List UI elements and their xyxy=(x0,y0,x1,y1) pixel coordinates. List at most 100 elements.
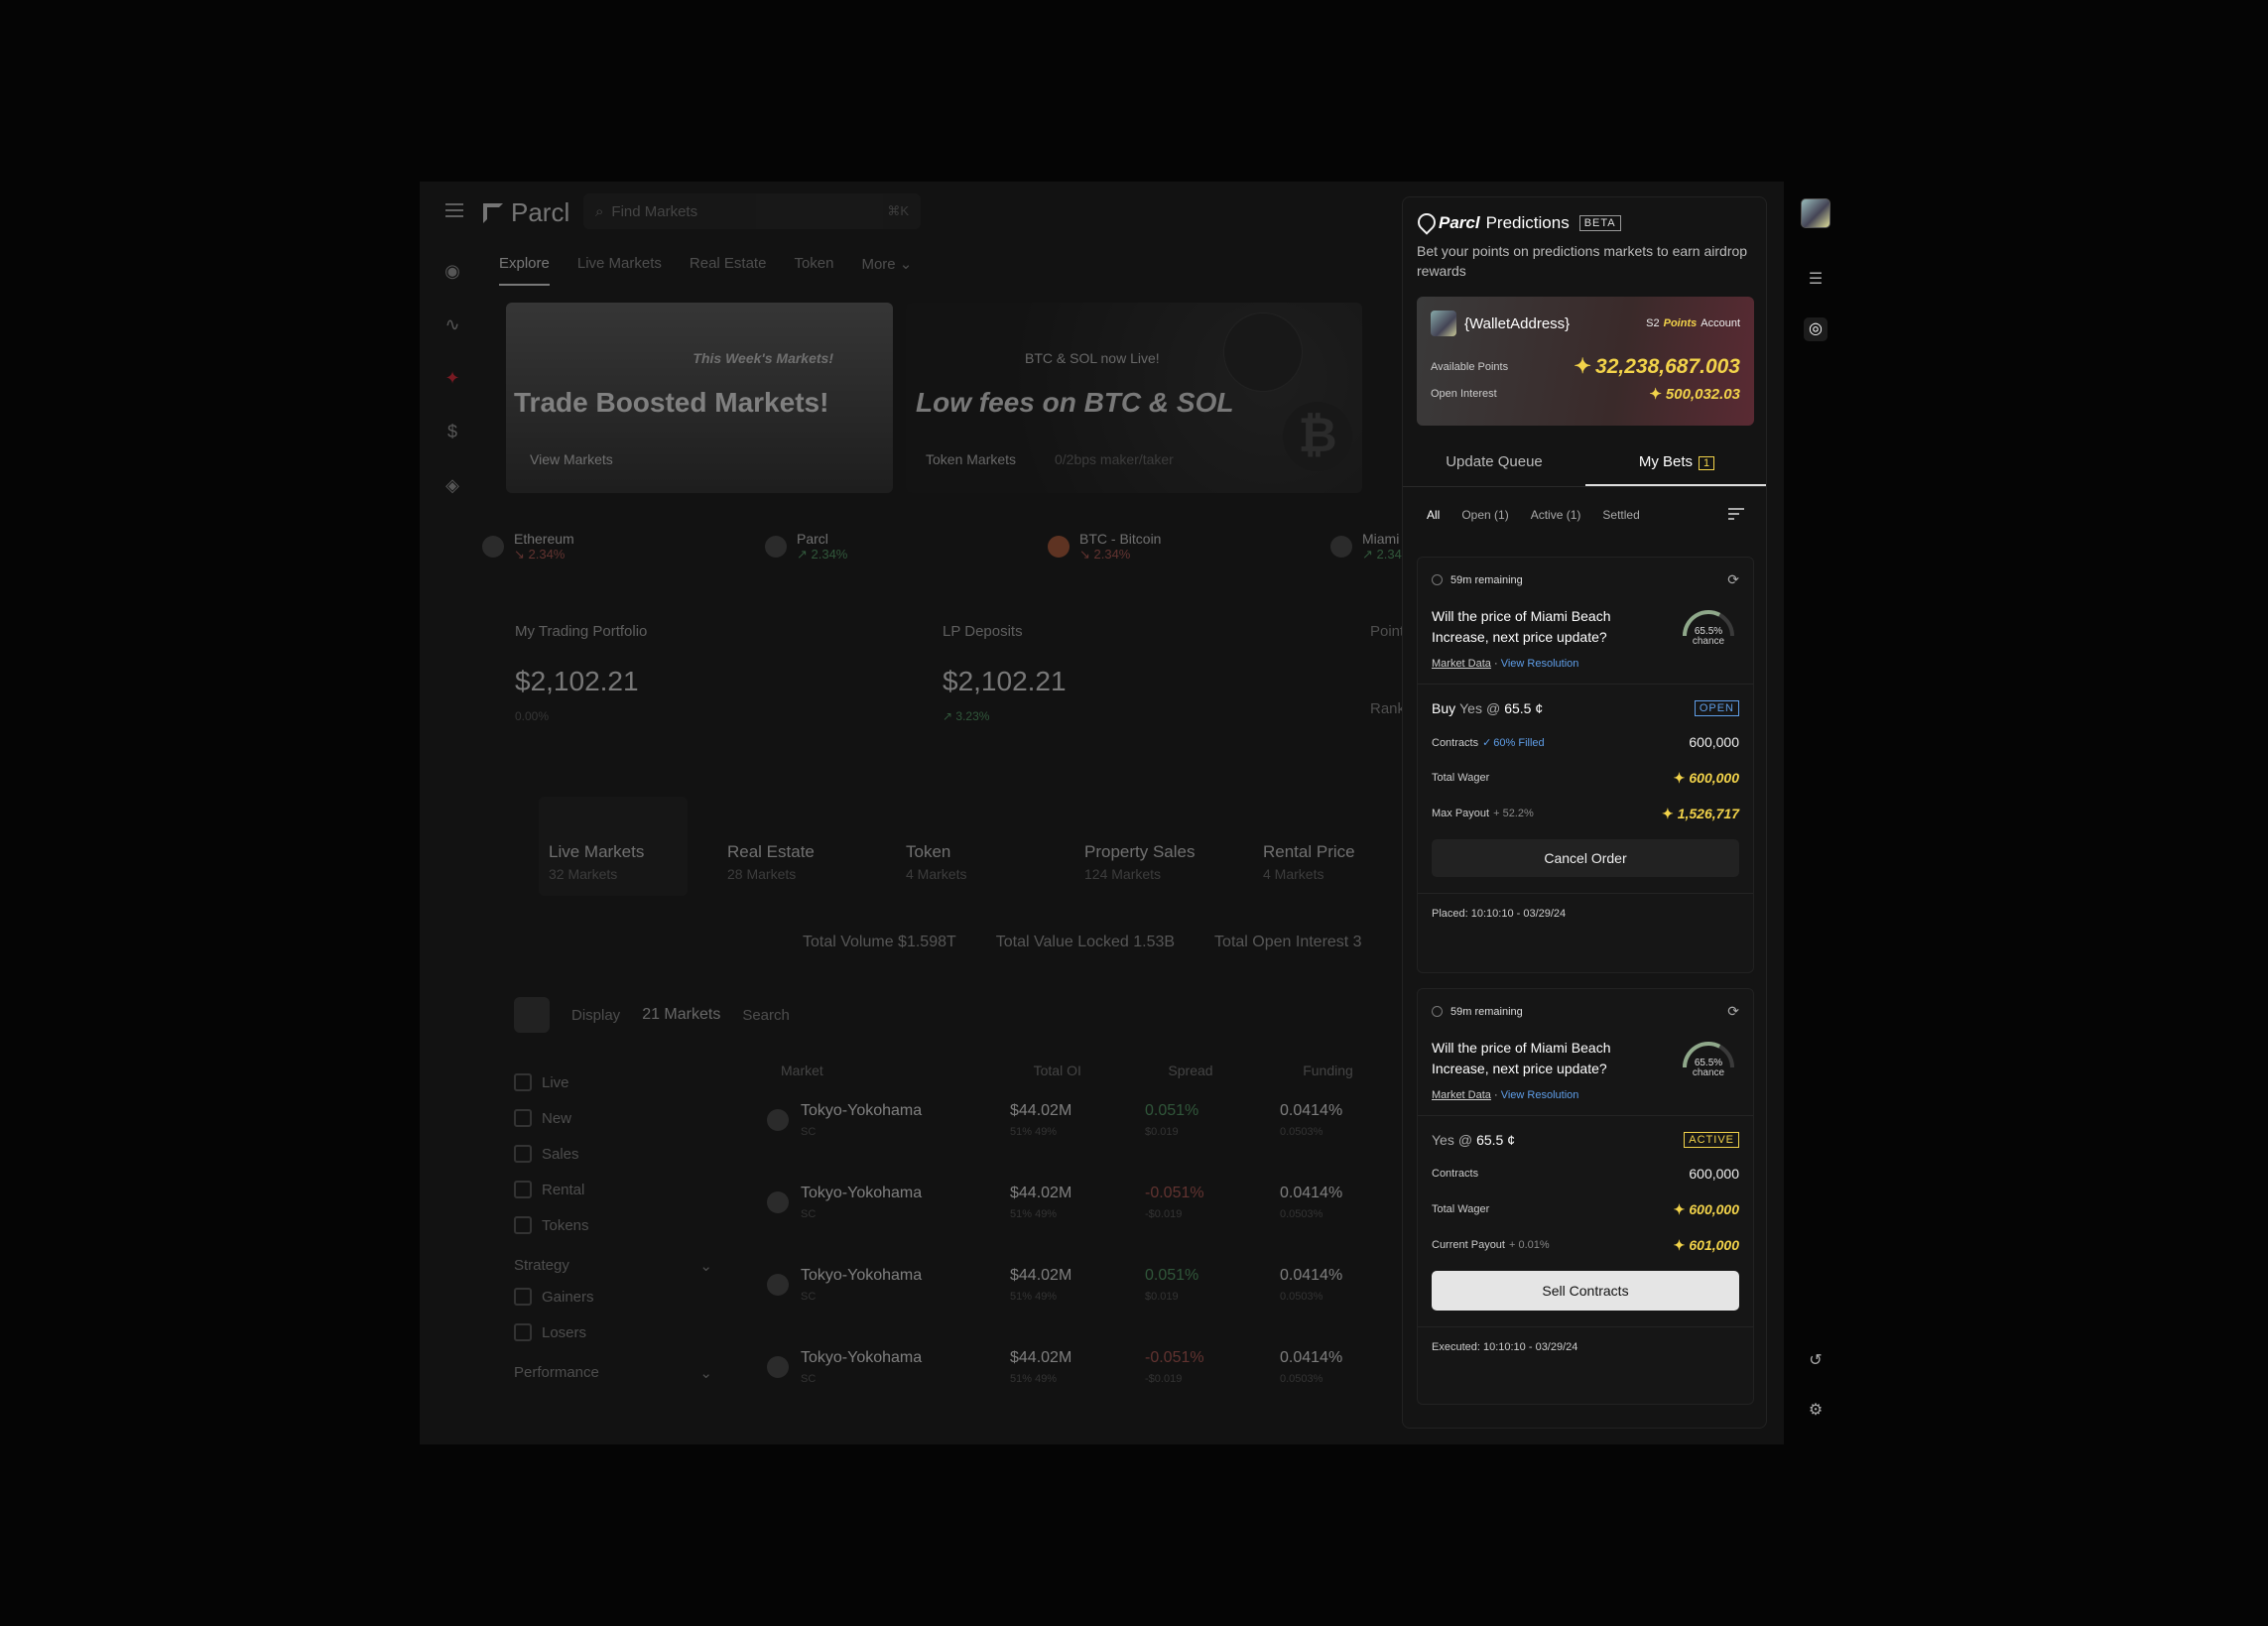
history-icon[interactable]: ↺ xyxy=(1804,1349,1827,1373)
category-real-estate[interactable]: Real Estate 28 Markets xyxy=(717,797,866,896)
market-data-link[interactable]: Market Data xyxy=(1432,1089,1491,1101)
refresh-icon[interactable]: ⟳ xyxy=(1727,571,1739,588)
category-token[interactable]: Token 4 Markets xyxy=(896,797,1045,896)
market-icon xyxy=(767,1355,789,1378)
miami-beach-icon xyxy=(1330,536,1352,558)
dollar-icon[interactable]: $ xyxy=(441,422,463,443)
market-stats: Total Volume $1.598T Total Value Locked … xyxy=(803,934,1362,950)
timer-icon xyxy=(1432,574,1443,585)
tab-explore[interactable]: Explore xyxy=(499,255,550,286)
category-row: Live Markets 32 Markets Real Estate 28 Mar… xyxy=(539,797,1402,896)
sort-icon[interactable] xyxy=(1728,508,1744,523)
search-icon: ⌕ xyxy=(595,202,604,220)
table-row[interactable]: Tokyo-Yokohama SC $44.02M 51% 49% 0.051% $0.0… xyxy=(757,1243,1432,1325)
filter-rental[interactable]: Rental xyxy=(514,1172,712,1207)
chip-all[interactable]: All xyxy=(1427,508,1440,523)
chevron-down-icon: ⌄ xyxy=(699,1258,712,1275)
filter-toggle-button[interactable] xyxy=(514,997,550,1033)
bitcoin-icon xyxy=(1048,536,1070,558)
tab-token[interactable]: Token xyxy=(794,255,833,286)
market-data-link[interactable]: Market Data xyxy=(1432,658,1491,670)
market-icon xyxy=(767,1108,789,1131)
token-markets-link[interactable]: Token Markets xyxy=(926,451,1016,467)
panel-header: Parcl Predictions BETA xyxy=(1417,213,1621,233)
sell-contracts-button[interactable]: Sell Contracts xyxy=(1432,1271,1739,1311)
timer-icon xyxy=(1432,1006,1443,1017)
tab-update-queue[interactable]: Update Queue xyxy=(1403,443,1585,486)
category-property-sales[interactable]: Property Sales 124 Markets xyxy=(1074,797,1223,896)
sparkle-icon: ✦ xyxy=(1649,386,1662,403)
table-header: Market Total OI Spread Funding xyxy=(781,1063,1353,1078)
chip-settled[interactable]: Settled xyxy=(1602,508,1639,523)
bet-filter-chips: All Open (1) Active (1) Settled xyxy=(1427,508,1744,523)
filter-tokens[interactable]: Tokens xyxy=(514,1207,712,1243)
bet-card-active: 59m remaining ⟳ Will the price of Miami … xyxy=(1417,988,1754,1405)
filter-new[interactable]: New xyxy=(514,1100,712,1136)
parcl-logo-icon xyxy=(483,202,503,223)
parcl-icon xyxy=(765,536,787,558)
status-badge: ACTIVE xyxy=(1684,1132,1739,1148)
check-icon: ✓ xyxy=(1482,736,1492,749)
chip-active[interactable]: Active (1) xyxy=(1531,508,1581,523)
panel-tabs: Update Queue My Bets 1 xyxy=(1403,443,1766,487)
filter-losers[interactable]: Losers xyxy=(514,1314,712,1350)
strategy-group[interactable]: Strategy ⌄ xyxy=(514,1257,712,1275)
chance-gauge: 65.5% chance xyxy=(1678,1038,1739,1079)
trading-portfolio-card[interactable]: My Trading Portfolio $2,102.21 0.00% xyxy=(515,623,912,723)
tab-my-bets[interactable]: My Bets 1 xyxy=(1585,443,1766,486)
sparkle-icon: ✦ xyxy=(1673,1200,1686,1217)
filter-gainers[interactable]: Gainers xyxy=(514,1279,712,1314)
bet-card-open: 59m remaining ⟳ Will the price of Miami … xyxy=(1417,557,1754,973)
rank-label: Rank xyxy=(1370,700,1406,717)
tab-more[interactable]: More ⌄ xyxy=(861,255,912,286)
view-markets-link[interactable]: View Markets xyxy=(530,451,613,467)
market-count: 21 Markets xyxy=(642,1006,721,1023)
market-icon xyxy=(767,1190,789,1213)
ticker-item[interactable]: BTC - Bitcoin ↘ 2.34% xyxy=(1048,531,1281,563)
chip-open[interactable]: Open (1) xyxy=(1461,508,1508,523)
hamburger-menu-icon[interactable] xyxy=(445,203,463,221)
promo-banner-fees[interactable]: ₿ BTC & SOL now Live! Low fees on BTC & … xyxy=(906,303,1362,493)
chance-gauge: 65.5% chance xyxy=(1678,606,1739,648)
chevron-down-icon: ⌄ xyxy=(699,1365,712,1382)
category-rental-price[interactable]: Rental Price 4 Markets xyxy=(1253,797,1402,896)
lp-deposits-card[interactable]: LP Deposits $2,102.21 ↗ 3.23% xyxy=(943,623,1339,723)
cancel-order-button[interactable]: Cancel Order xyxy=(1432,839,1739,877)
category-live-markets[interactable]: Live Markets 32 Markets xyxy=(539,797,688,896)
table-row[interactable]: Tokyo-Yokohama SC $44.02M 51% 49% -0.051% -$0… xyxy=(757,1325,1432,1408)
filter-bar: Display 21 Markets Search xyxy=(514,997,790,1033)
gear-icon[interactable]: ⚙ xyxy=(1804,1399,1827,1423)
wave-icon[interactable]: ∿ xyxy=(441,314,463,336)
view-resolution-link[interactable]: View Resolution xyxy=(1501,658,1579,670)
bets-count-badge: 1 xyxy=(1699,456,1715,470)
refresh-icon[interactable]: ⟳ xyxy=(1727,1003,1739,1020)
filter-list: Live New Sales Rental Tokens Strategy ⌄ G… xyxy=(514,1064,712,1386)
table-row[interactable]: Tokyo-Yokohama SC $44.02M 51% 49% 0.051% $0.0… xyxy=(757,1078,1432,1161)
filter-sales[interactable]: Sales xyxy=(514,1136,712,1172)
compass-icon[interactable]: ◉ xyxy=(441,261,463,283)
points-card-label: Point xyxy=(1370,623,1405,640)
list-icon[interactable]: ☰ xyxy=(1804,268,1827,292)
wallet-address[interactable]: {WalletAddress} xyxy=(1464,315,1570,332)
avatar[interactable] xyxy=(1801,198,1830,228)
filter-live[interactable]: Live xyxy=(514,1064,712,1100)
ticker-item[interactable]: Ethereum ↘ 2.34% xyxy=(482,531,715,563)
tab-real-estate[interactable]: Real Estate xyxy=(690,255,767,286)
tab-live-markets[interactable]: Live Markets xyxy=(577,255,662,286)
gem-icon[interactable]: ◈ xyxy=(441,475,463,497)
sparkle-icon[interactable]: ✦ xyxy=(441,368,463,390)
market-search[interactable]: ⌕ Find Markets ⌘K xyxy=(583,193,921,229)
performance-group[interactable]: Performance ⌄ xyxy=(514,1364,712,1382)
left-sidebar: ◉ ∿ ✦ $ ◈ xyxy=(441,261,463,497)
view-resolution-link[interactable]: View Resolution xyxy=(1501,1089,1579,1101)
open-interest-value: ✦ 500,032.03 xyxy=(1649,386,1740,403)
avatar xyxy=(1431,311,1456,336)
table-row[interactable]: Tokyo-Yokohama SC $44.02M 51% 49% -0.051% -$0… xyxy=(757,1161,1432,1243)
display-button[interactable]: Display xyxy=(571,1007,620,1024)
location-pin-icon xyxy=(1417,213,1433,233)
promo-banner-boosted[interactable]: This Week's Markets! Trade Boosted Marke… xyxy=(506,303,893,493)
ticker-item[interactable]: Parcl ↗ 2.34% xyxy=(765,531,998,563)
table-search[interactable]: Search xyxy=(742,1007,790,1024)
predictions-target-icon[interactable]: ◎ xyxy=(1804,317,1827,341)
executed-timestamp: Executed: 10:10:10 - 03/29/24 xyxy=(1418,1326,1753,1353)
